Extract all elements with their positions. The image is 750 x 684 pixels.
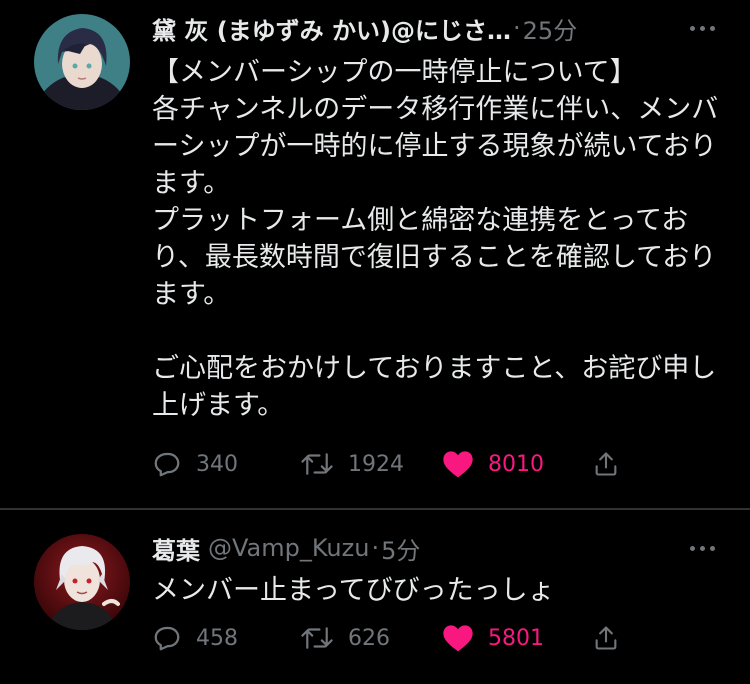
avatar-image xyxy=(34,534,130,630)
reply-icon xyxy=(154,626,180,651)
tweet-header: 葛葉 @Vamp_Kuzu · 5分 xyxy=(152,528,690,568)
tweet-text: 【メンバーシップの一時停止について】 各チャンネルのデータ移行作業に伴い、メンバ… xyxy=(152,57,719,421)
tweet-actions: 340 1924 8010 xyxy=(152,444,652,484)
like-button[interactable]: 5801 xyxy=(442,618,544,658)
like-count: 8010 xyxy=(488,451,544,477)
more-options-icon[interactable] xyxy=(684,538,720,558)
separator-dot: · xyxy=(371,534,380,562)
more-options-icon[interactable] xyxy=(684,18,720,38)
retweet-button[interactable]: 626 xyxy=(300,618,390,658)
tweet-text: メンバー止まってびびったっしょ xyxy=(152,575,555,606)
reply-count: 340 xyxy=(196,451,238,477)
share-icon xyxy=(595,626,617,650)
reply-icon xyxy=(154,452,180,477)
author-name[interactable]: 黛 灰 (まゆずみ かい)@にじさ… xyxy=(152,11,511,46)
avatar-image xyxy=(34,14,130,110)
author-name[interactable]: 葛葉 xyxy=(152,531,200,566)
author-handle[interactable]: @Vamp_Kuzu xyxy=(208,534,369,562)
share-icon xyxy=(595,452,617,476)
retweet-count: 626 xyxy=(348,625,390,651)
retweet-count: 1924 xyxy=(348,451,404,477)
retweet-button[interactable]: 1924 xyxy=(300,444,404,484)
reply-button[interactable]: 458 xyxy=(152,618,238,658)
like-button[interactable]: 8010 xyxy=(442,444,544,484)
separator-dot: · xyxy=(513,14,521,42)
retweet-icon xyxy=(301,453,333,475)
reply-button[interactable]: 340 xyxy=(152,444,238,484)
timestamp[interactable]: 25分 xyxy=(523,11,578,46)
share-button[interactable] xyxy=(592,618,620,658)
like-count: 5801 xyxy=(488,625,544,651)
tweet[interactable]: 黛 灰 (まゆずみ かい)@にじさ… · 25分 【メンバーシップの一時停止につ… xyxy=(0,0,750,508)
retweet-icon xyxy=(301,627,333,649)
share-button[interactable] xyxy=(592,444,620,484)
tweet-header: 黛 灰 (まゆずみ かい)@にじさ… · 25分 xyxy=(152,8,690,48)
reply-count: 458 xyxy=(196,625,238,651)
timestamp[interactable]: 5分 xyxy=(381,531,420,566)
avatar[interactable] xyxy=(34,534,130,630)
tweet-actions: 458 626 5801 xyxy=(152,618,652,658)
avatar[interactable] xyxy=(34,14,130,110)
heart-icon xyxy=(443,625,473,652)
tweet[interactable]: 葛葉 @Vamp_Kuzu · 5分 メンバー止まってびびったっしょ 458 6… xyxy=(0,510,750,684)
heart-icon xyxy=(443,451,473,478)
